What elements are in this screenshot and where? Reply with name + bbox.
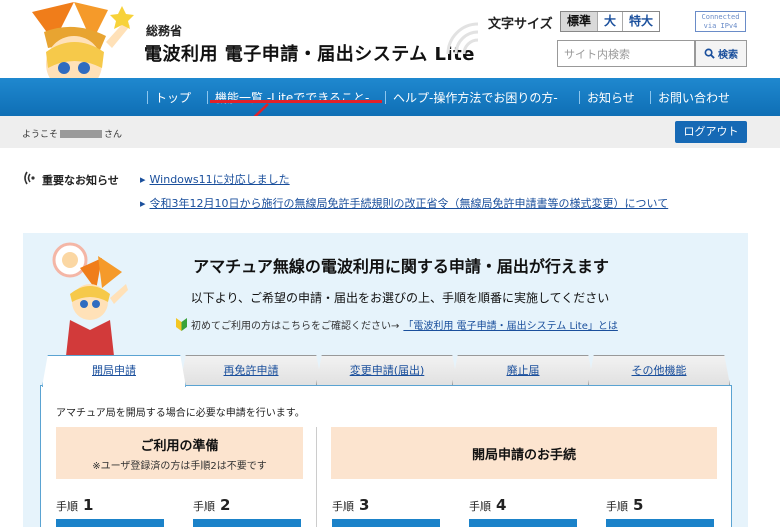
nav-item-top[interactable]: トップ [147, 89, 191, 106]
important-notice-title: 重要なお知らせ [42, 174, 119, 187]
step-label: 手順 [332, 500, 354, 513]
step-2-button[interactable] [193, 519, 301, 527]
step-5-button[interactable] [606, 519, 714, 527]
main-subheading: 以下より、ご希望の申請・届出をお選びの上、手順を順番に実施してください [190, 291, 610, 305]
signal-icon [446, 22, 479, 55]
font-size-large-button[interactable]: 大 [598, 12, 624, 31]
welcome-prefix: ようこそ [22, 130, 59, 140]
step-label: 手順 [606, 500, 628, 513]
ministry-name: 総務省 [146, 24, 183, 38]
step-1-label: 手順 1 [56, 496, 93, 514]
site-search-input[interactable]: サイト内検索 [557, 40, 695, 67]
search-button-label: 検索 [718, 50, 738, 61]
nav-item-news[interactable]: お知らせ [579, 89, 635, 106]
ipv4-badge: Connected via IPv4 [695, 11, 746, 32]
step-label: 手順 [56, 500, 78, 513]
welcome-message: ようこそ さん [22, 127, 122, 140]
beginner-mark-icon [176, 318, 187, 331]
news-link-windows11[interactable]: Windows11に対応しました [140, 171, 290, 187]
tab-change-application[interactable]: 変更申請(届出) [316, 355, 458, 385]
main-heading: アマチュア無線の電波利用に関する申請・届出が行えます [193, 257, 609, 276]
section-divider [316, 427, 317, 527]
step-number: 4 [496, 496, 507, 514]
step-label: 手順 [469, 500, 491, 513]
font-size-standard-button[interactable]: 標準 [561, 12, 599, 31]
step-number: 2 [220, 496, 231, 514]
preparation-box: ご利用の準備 ※ユーザ登録済の方は手順2は不要です [56, 427, 303, 479]
ipv4-badge-line1: Connected [701, 13, 740, 21]
search-icon [704, 48, 715, 59]
step-4-button[interactable] [469, 519, 577, 527]
step-5-label: 手順 5 [606, 496, 643, 514]
ipv4-badge-line2: via IPv4 [703, 22, 738, 30]
announcement-icon [24, 171, 35, 185]
main-nav: トップ 機能一覧 -Liteでできること- ヘルプ-操作方法でお困りの方- お知… [0, 78, 780, 116]
system-title[interactable]: 電波利用 電子申請・届出システム Lite [144, 40, 475, 66]
masked-username [60, 129, 103, 138]
first-time-text: 初めてご利用の方はこちらをご確認ください→ [191, 321, 400, 332]
first-time-guide: 初めてご利用の方はこちらをご確認ください→ 「電波利用 電子申請・届出システム … [176, 317, 618, 332]
procedure-box: 開局申請のお手続 [331, 427, 717, 479]
font-size-xlarge-button[interactable]: 特大 [623, 12, 659, 31]
step-number: 5 [633, 496, 644, 514]
nav-item-help[interactable]: ヘルプ-操作方法でお困りの方- [385, 89, 558, 106]
tab-description: アマチュア局を開局する場合に必要な申請を行います。 [56, 408, 305, 419]
preparation-title: ご利用の準備 [140, 439, 219, 454]
step-4-label: 手順 4 [469, 496, 506, 514]
step-2-label: 手順 2 [193, 496, 230, 514]
tab-other-functions[interactable]: その他機能 [588, 355, 730, 385]
logout-button[interactable]: ログアウト [675, 121, 747, 143]
nav-item-contact[interactable]: お問い合わせ [650, 89, 730, 106]
procedure-title: 開局申請のお手続 [471, 448, 576, 463]
step-number: 3 [359, 496, 370, 514]
news-link-regulation-change[interactable]: 令和3年12月10日から施行の無線局免許手続規則の改正省令（無線局免許申請書等の… [140, 195, 669, 211]
step-3-label: 手順 3 [332, 496, 369, 514]
preparation-note: ※ユーザ登録済の方は手順2は不要です [92, 461, 267, 472]
font-size-switcher: 標準 大 特大 [560, 11, 661, 32]
user-bar: ようこそ さん ログアウト [0, 116, 780, 148]
step-label: 手順 [193, 500, 215, 513]
about-system-link[interactable]: 「電波利用 電子申請・届出システム Lite」とは [403, 317, 617, 332]
tab-abolition[interactable]: 廃止届 [452, 355, 594, 385]
tab-new-station[interactable]: 開局申請 [42, 355, 186, 387]
search-button[interactable]: 検索 [695, 40, 747, 67]
font-size-label: 文字サイズ [488, 17, 553, 32]
tab-relicense[interactable]: 再免許申請 [180, 355, 322, 385]
site-header: 総務省 電波利用 電子申請・届出システム Lite 文字サイズ 標準 大 特大 … [0, 0, 780, 114]
step-number: 1 [83, 496, 94, 514]
step-1-button[interactable] [56, 519, 164, 527]
welcome-suffix: さん [104, 130, 123, 140]
step-3-button[interactable] [332, 519, 440, 527]
